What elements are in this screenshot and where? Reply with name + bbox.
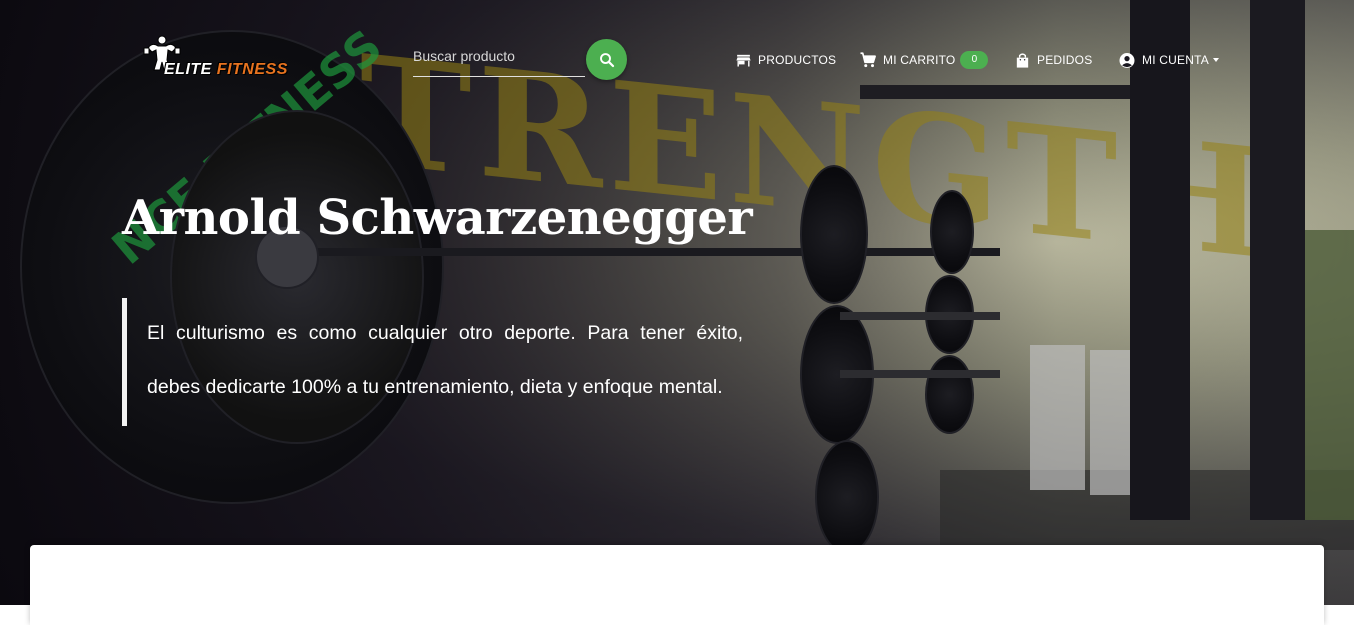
brand-name: ELITE FITNESS — [164, 61, 288, 79]
search-input[interactable] — [413, 42, 583, 70]
background-weight-plate — [815, 440, 879, 554]
cart-count-badge: 0 — [960, 51, 989, 69]
nav-pedidos[interactable]: PEDIDOS — [1013, 50, 1092, 70]
account-circle-icon — [1118, 51, 1136, 69]
nav-cuenta-label: MI CUENTA — [1142, 53, 1209, 67]
nav-productos[interactable]: PRODUCTOS — [734, 50, 836, 70]
nav-mi-cuenta[interactable]: MI CUENTA — [1118, 50, 1219, 70]
hero-title: Arnold Schwarzenegger — [122, 190, 753, 246]
hero-quote: El culturismo es como cualquier otro dep… — [122, 298, 743, 426]
background-barbell — [840, 370, 1000, 378]
shopping-bag-icon — [1013, 51, 1031, 69]
store-icon — [734, 51, 752, 69]
background-cabinet — [1030, 345, 1085, 490]
search-field — [413, 40, 585, 77]
background-barbell — [260, 248, 1000, 256]
brand-word-fitness: FITNESS — [216, 61, 288, 78]
brand-logo[interactable]: ELITE FITNESS — [138, 34, 308, 80]
nav-carrito-label: MI CARRITO — [883, 53, 956, 67]
cart-icon — [859, 51, 877, 69]
background-rack — [1130, 0, 1190, 520]
chevron-down-icon — [1212, 58, 1219, 62]
search-icon — [599, 52, 614, 67]
nav-mi-carrito[interactable]: MI CARRITO 0 — [859, 50, 989, 70]
search-button[interactable] — [586, 39, 627, 80]
background-weight-plate — [925, 355, 974, 434]
background-rack — [1250, 0, 1305, 520]
nav-productos-label: PRODUCTOS — [758, 53, 837, 67]
background-weight-plate — [800, 165, 868, 304]
quote-line: El culturismo es como cualquier otro dep… — [147, 322, 743, 344]
background-locker — [1300, 230, 1354, 520]
background-weight-plate — [930, 190, 974, 274]
nav-pedidos-label: PEDIDOS — [1037, 53, 1093, 67]
brand-word-elite: ELITE — [164, 61, 212, 78]
quote-line: debes dedicarte 100% a tu entrenamiento,… — [147, 376, 723, 398]
background-barbell — [840, 312, 1000, 320]
content-card — [30, 545, 1324, 625]
